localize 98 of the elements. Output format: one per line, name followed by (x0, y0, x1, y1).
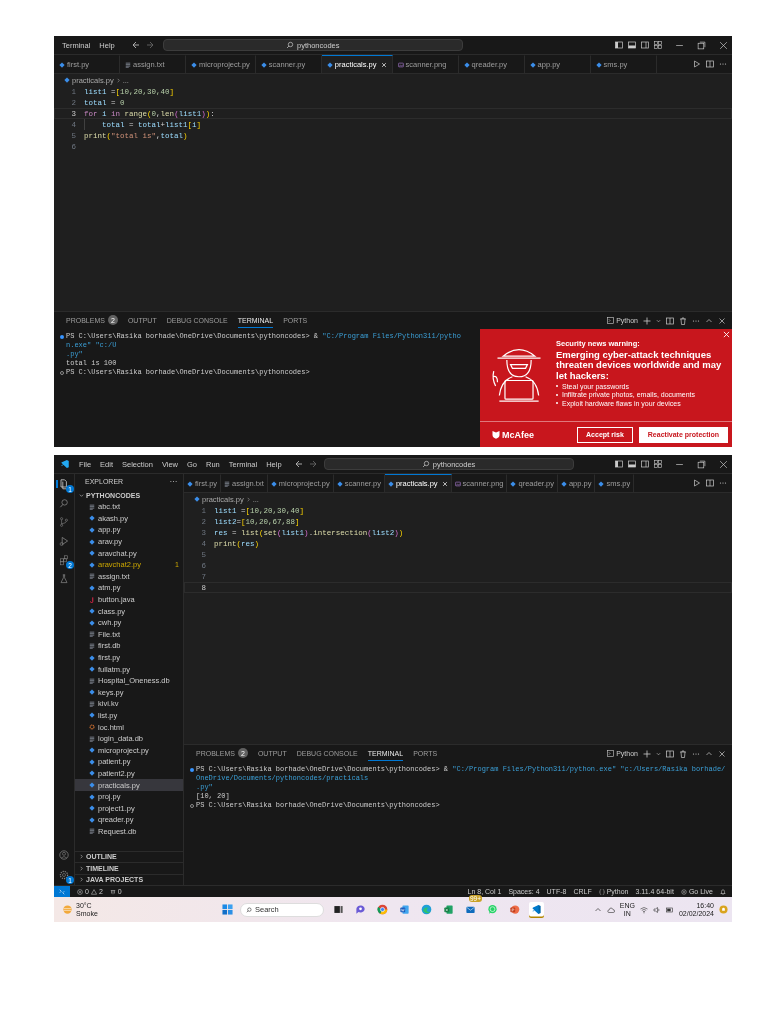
sidebar-toggle-icon[interactable] (615, 41, 623, 49)
layout-icon[interactable] (654, 41, 662, 49)
secondary-sidebar-icon[interactable] (641, 41, 649, 49)
split-icon[interactable] (666, 749, 674, 758)
java-file-icon (89, 596, 95, 603)
bell-icon[interactable] (720, 888, 726, 895)
chevron-right-icon (245, 496, 251, 502)
chevron-up-icon[interactable] (705, 316, 713, 325)
split-editor-icon[interactable] (706, 479, 714, 487)
forward-arrow-icon[interactable] (145, 41, 154, 49)
antenna-icon (109, 888, 116, 895)
layout-icon[interactable] (654, 460, 662, 468)
python-file-icon (194, 496, 200, 502)
shield-icon (492, 430, 500, 439)
brand-name: McAfee (502, 429, 534, 440)
close-icon[interactable] (718, 749, 726, 758)
python-file-icon (270, 480, 277, 487)
command-marker-icon (190, 768, 194, 772)
python-file-icon (463, 61, 470, 68)
flask-icon[interactable] (58, 573, 70, 585)
trash-icon[interactable] (679, 749, 687, 758)
command-marker-icon (60, 335, 64, 339)
python-file-icon (191, 61, 197, 68)
python-file-icon (89, 712, 95, 719)
text-file-icon (224, 480, 231, 487)
panel-toggle-icon[interactable] (628, 460, 636, 468)
python-file-icon (89, 584, 95, 591)
split-icon[interactable] (666, 316, 674, 325)
close-icon[interactable] (719, 459, 728, 469)
python-file-icon (598, 480, 605, 487)
app-logo-icon (60, 459, 70, 469)
account-icon[interactable] (58, 849, 70, 861)
trash-icon[interactable] (679, 316, 687, 325)
more-icon[interactable] (170, 480, 177, 483)
search-icon (286, 41, 294, 49)
restore-icon[interactable] (697, 459, 706, 469)
cloud-icon[interactable] (606, 905, 615, 914)
branch-icon[interactable] (58, 516, 70, 528)
text-file-icon (125, 61, 131, 68)
speaker-icon[interactable] (652, 905, 661, 914)
terminal-icon (607, 750, 615, 757)
warning-icon (90, 888, 97, 895)
python-file-icon (326, 61, 333, 68)
back-arrow-icon[interactable] (294, 460, 303, 468)
back-arrow-icon[interactable] (131, 41, 140, 49)
python-file-icon (560, 480, 567, 487)
close-icon[interactable] (719, 40, 728, 50)
chevron-up-icon[interactable] (705, 749, 713, 758)
run-icon[interactable] (693, 60, 701, 68)
split-editor-icon[interactable] (706, 60, 714, 68)
run-icon[interactable] (693, 479, 701, 487)
run-debug-icon[interactable] (58, 535, 70, 547)
battery-icon[interactable] (665, 905, 674, 914)
more-icon[interactable] (719, 60, 727, 68)
popup-headline: Emerging cyber-attack techniques threaten devices worldwide and may let hackers: (556, 349, 723, 381)
python-file-icon (387, 480, 394, 487)
close-icon[interactable] (718, 316, 726, 325)
more-icon[interactable] (719, 479, 727, 487)
sidebar-toggle-icon[interactable] (615, 460, 623, 468)
text-file-icon (89, 735, 95, 742)
secondary-sidebar-icon[interactable] (641, 460, 649, 468)
chevron-down-icon (79, 492, 84, 498)
plus-icon[interactable] (643, 316, 651, 325)
python-file-icon (595, 61, 602, 68)
html-file-icon (89, 724, 95, 731)
python-file-icon (529, 61, 536, 68)
python-file-icon (336, 480, 343, 487)
terminal-icon (607, 317, 615, 324)
text-file-icon (89, 700, 95, 707)
forward-arrow-icon[interactable] (308, 460, 317, 468)
image-file-icon (454, 480, 461, 487)
python-file-icon (187, 480, 193, 487)
text-file-icon (89, 828, 95, 835)
plus-icon[interactable] (643, 749, 651, 758)
windows-start-icon[interactable] (222, 904, 233, 915)
wifi-icon[interactable] (639, 905, 648, 914)
restore-icon[interactable] (697, 40, 706, 50)
image-file-icon (397, 61, 404, 68)
search-icon (246, 906, 252, 913)
search-icon (421, 460, 430, 468)
python-file-icon (59, 61, 65, 68)
broadcast-icon (680, 888, 687, 895)
python-file-icon (89, 689, 95, 696)
python-file-icon (64, 77, 70, 83)
chevron-right-icon (115, 77, 121, 83)
text-file-icon (89, 631, 95, 638)
braces-icon (598, 888, 605, 895)
text-file-icon (89, 573, 95, 580)
panel-toggle-icon[interactable] (628, 41, 636, 49)
text-file-icon (89, 503, 95, 510)
text-file-icon (89, 677, 95, 684)
search-icon[interactable] (58, 497, 70, 509)
text-file-icon (89, 642, 95, 649)
error-icon (77, 888, 83, 895)
remote-button[interactable] (54, 885, 70, 898)
remote-icon (59, 888, 65, 895)
python-file-icon (510, 480, 517, 487)
python-file-icon (260, 61, 267, 68)
